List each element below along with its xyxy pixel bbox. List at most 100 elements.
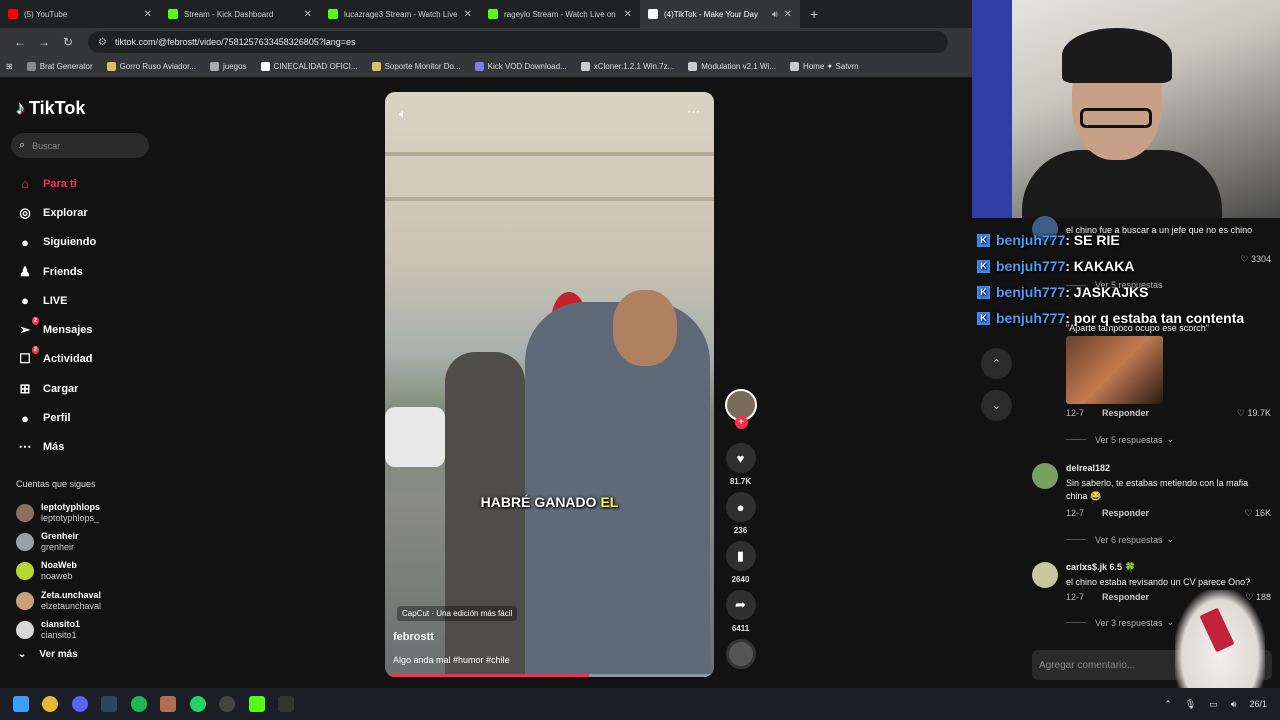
tiktok-logo[interactable]: ♪ TikTok [16, 98, 85, 119]
video-player[interactable]: 🔈︎ ⋯ HABRÉ GANADO EL CapCut · Una edició… [385, 92, 714, 677]
more-options-icon[interactable]: ⋯ [687, 104, 700, 120]
video-progress-bar[interactable] [385, 674, 714, 677]
browser-tab[interactable]: (4)TikTok - Make Your Day 🔊︎ ✕ [640, 0, 800, 28]
forward-icon[interactable]: → [32, 35, 56, 49]
steam-icon[interactable] [95, 688, 125, 720]
close-icon[interactable]: ✕ [144, 9, 152, 20]
comment-avatar[interactable] [1032, 463, 1058, 489]
browser-tab[interactable]: lucazrage3 Stream - Watch Live ✕ [320, 0, 480, 28]
avatar[interactable] [16, 620, 34, 639]
chrome-icon[interactable] [36, 688, 66, 720]
more-icon: ⋯ [18, 439, 32, 455]
following-item[interactable]: Zeta.unchaval elzetaunchaval [16, 586, 101, 615]
music-disc[interactable] [725, 639, 756, 669]
browser-tab[interactable]: Stream - Kick Dashboard ✕ [160, 0, 320, 28]
bookmark-item[interactable]: Modulation v2.1 Wi... [688, 62, 776, 71]
speaker-icon[interactable]: 🔊︎ [772, 9, 778, 20]
site-info-icon[interactable]: ⚙ [98, 37, 107, 48]
following-item[interactable]: ciansito1 ciansito1 [16, 615, 101, 644]
comment-sticker-image[interactable] [1066, 336, 1163, 404]
chevron-up-icon[interactable]: ⌃ [1164, 699, 1172, 710]
volume-icon[interactable]: 🔈︎ [399, 106, 407, 122]
bookmark-icon[interactable]: ▮ [725, 541, 756, 571]
sidebar-item-actividad[interactable]: ☐ 2 Actividad [16, 345, 96, 374]
clock[interactable]: 26/1 [1249, 699, 1267, 709]
comment-username[interactable]: carlxs$.jk 6.5 🍀 [1066, 562, 1136, 573]
close-icon[interactable]: ✕ [304, 9, 312, 20]
comment-avatar[interactable] [1032, 562, 1058, 588]
avatar[interactable] [16, 503, 34, 522]
bookmark-item[interactable]: Home ✦ Satvrn [789, 62, 859, 71]
epic-icon[interactable] [272, 688, 302, 720]
sidebar-item-live[interactable]: ● LIVE [16, 286, 96, 315]
sidebar-item-ms[interactable]: ⋯ Más [16, 433, 96, 462]
network-icon[interactable]: ▭ [1209, 699, 1218, 710]
avatar[interactable] [16, 562, 34, 581]
share-action[interactable]: ➦ 6411 [724, 590, 757, 633]
search-input[interactable]: ⌕ Buscar [11, 133, 149, 158]
bookmark-item[interactable]: Gorro Ruso Aviador... [106, 62, 196, 71]
chevron-up-icon[interactable]: ⌃ [981, 348, 1012, 379]
follow-plus-icon[interactable]: + [734, 416, 748, 429]
volume-icon[interactable]: 🔊︎ [1231, 699, 1237, 710]
comment-action[interactable]: ● 236 [724, 492, 757, 535]
video-author[interactable]: febrostt [393, 631, 434, 643]
view-replies[interactable]: Ver 6 respuestas ⌄ [1066, 534, 1174, 545]
reply-button[interactable]: Responder [1102, 508, 1149, 519]
bookmark-item[interactable]: Soporte Monitor Do... [371, 62, 461, 71]
comment-icon[interactable]: ● [725, 492, 756, 522]
apps-icon[interactable]: ⊞ [6, 62, 13, 71]
sidebar-item-cargar[interactable]: ⊞ Cargar [16, 374, 96, 403]
bookmark-item[interactable]: CINECALIDAD OFICI... [260, 62, 358, 71]
capcut-badge[interactable]: CapCut · Una edición más fácil [397, 606, 518, 621]
comment-username[interactable]: delreal182 [1066, 463, 1110, 473]
back-icon[interactable]: ← [8, 35, 32, 49]
following-item[interactable]: NoaWeb noaweb [16, 557, 101, 586]
sidebar-item-friends[interactable]: ♟ Friends [16, 257, 96, 286]
obs-icon[interactable] [213, 688, 243, 720]
chevron-down-icon[interactable]: ⌄ [981, 390, 1012, 421]
like-action[interactable]: ♥ 81.7K [724, 443, 757, 486]
avatar[interactable] [16, 532, 34, 551]
mic-icon[interactable]: 🎙︎ [1185, 699, 1196, 710]
address-bar[interactable]: ⚙ tiktok.com/@febrostt/video/75812576334… [88, 31, 948, 53]
reply-button[interactable]: Responder [1102, 592, 1149, 603]
save-action[interactable]: ▮ 2640 [724, 541, 757, 584]
app-icon[interactable] [154, 688, 184, 720]
sidebar-item-mensajes[interactable]: ➢ 2 Mensajes [16, 315, 96, 344]
sidebar-item-explorar[interactable]: ◎ Explorar [16, 198, 96, 227]
discord-icon[interactable] [65, 688, 95, 720]
reload-icon[interactable]: ↻ [56, 35, 80, 49]
comment-text: Sin saberlo, te estabas metiendo con la … [1066, 478, 1249, 501]
whatsapp-icon[interactable] [183, 688, 213, 720]
bookmark-item[interactable]: xCloner.1.2.1 Win.7z... [580, 62, 674, 71]
spotify-icon[interactable] [124, 688, 154, 720]
see-more-button[interactable]: ⌄ Ver más [18, 649, 78, 660]
sidebar-item-siguiendo[interactable]: ● Siguiendo [16, 228, 96, 257]
chat-username: benjuh777 [996, 310, 1066, 326]
sidebar-item-parati[interactable]: ⌂ Para ti [16, 169, 96, 198]
windows-icon[interactable] [6, 688, 36, 720]
close-icon[interactable]: ✕ [784, 9, 792, 20]
bookmark-item[interactable]: Kick VOD Download... [474, 62, 567, 71]
close-icon[interactable]: ✕ [464, 9, 472, 20]
bookmark-item[interactable]: Brat Generator [26, 62, 93, 71]
comment-likes[interactable]: ♡ 16K [1244, 508, 1271, 519]
share-icon[interactable]: ➦ [725, 590, 756, 620]
kick-icon[interactable] [242, 688, 272, 720]
following-item[interactable]: Grenheir grenheir [16, 527, 101, 556]
reply-button[interactable]: Responder [1102, 408, 1149, 419]
view-replies[interactable]: Ver 5 respuestas ⌄ [1066, 434, 1174, 445]
following-item[interactable]: leptotyphlops leptotyphlops_ [16, 498, 101, 527]
sidebar-item-perfil[interactable]: ● Perfil [16, 403, 96, 432]
avatar[interactable] [16, 591, 34, 610]
browser-tab[interactable]: rageylo Stream - Watch Live on ✕ [480, 0, 640, 28]
comment-likes[interactable]: ♡ 19.7K [1237, 408, 1271, 419]
view-replies[interactable]: Ver 3 respuestas ⌄ [1066, 617, 1174, 628]
bookmark-item[interactable]: juegos [209, 62, 247, 71]
close-icon[interactable]: ✕ [624, 9, 632, 20]
heart-icon[interactable]: ♥ [725, 443, 756, 473]
browser-tab[interactable]: (5) YouTube ✕ [0, 0, 160, 28]
new-tab-icon[interactable]: + [810, 6, 818, 22]
author-avatar[interactable]: + [724, 389, 757, 429]
